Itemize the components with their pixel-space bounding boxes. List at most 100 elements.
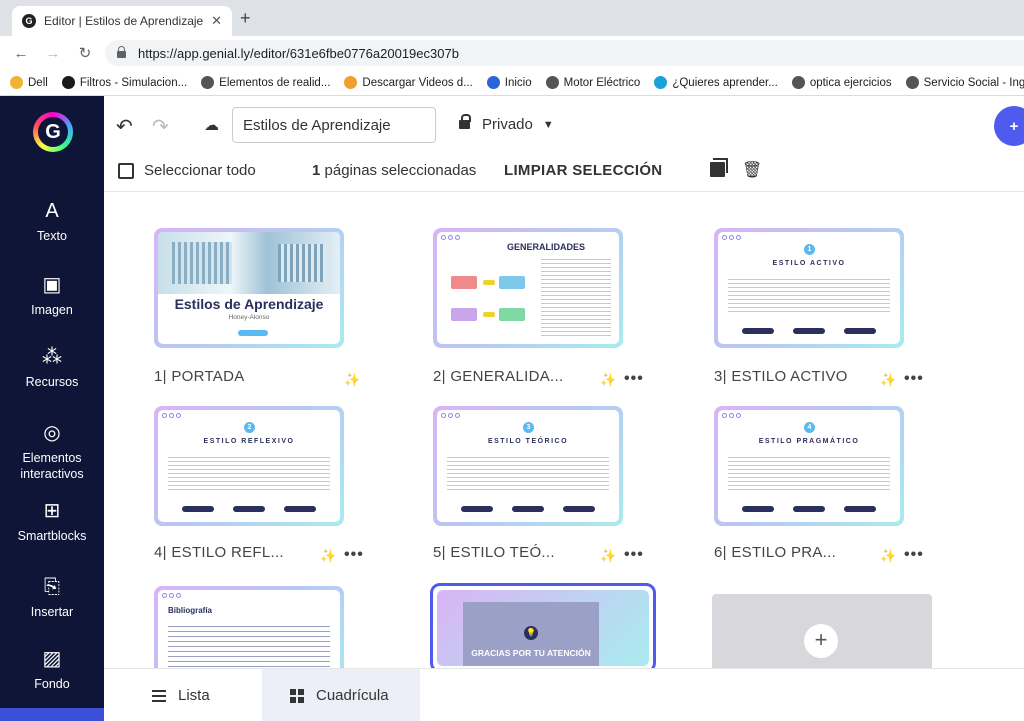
thumbnail-canvas: Estilos de Aprendizaje Honey-Alonso (158, 232, 340, 344)
bookmark-item[interactable]: optica ejercicios (791, 76, 892, 89)
bookmark-favicon-icon (10, 76, 23, 89)
select-all-label[interactable]: Seleccionar todo (144, 162, 256, 179)
trash-icon[interactable]: 🗑 (742, 160, 762, 180)
bookmark-label: Elementos de realid... (219, 76, 331, 89)
insert-icon: ⎘ (44, 576, 60, 598)
thumb-text-block (541, 256, 611, 336)
sidebar-item-elementos-interactivos[interactable]: ◎ Elementos interactivos (0, 422, 104, 482)
sidebar-item-label: Smartblocks (17, 529, 87, 543)
sidebar-item-label: Imagen (31, 303, 73, 317)
page-thumbnail-2[interactable]: GENERALIDADES (433, 228, 623, 348)
address-url: https://app.genial.ly/editor/631e6fbe077… (138, 45, 459, 61)
background-icon: ▨ (42, 648, 62, 670)
magic-wand-icon[interactable]: ✨ (320, 548, 336, 564)
browser-tab-strip: G Editor | Estilos de Aprendizaje ✕ + (0, 0, 1024, 36)
page-label-3[interactable]: 3| ESTILO ACTIVO (714, 368, 848, 385)
sidebar-item-insertar[interactable]: ⎘ Insertar (0, 576, 104, 620)
bookmark-item[interactable]: Servicio Social - Ing... (905, 76, 1024, 89)
more-options-icon[interactable]: ••• (904, 546, 924, 564)
select-all-checkbox[interactable] (118, 163, 134, 179)
duplicate-icon[interactable] (710, 158, 728, 177)
thumb-slide-title: ESTILO ACTIVO (772, 260, 846, 267)
bookmark-label: ¿Quieres aprender... (672, 76, 778, 89)
bookmark-favicon-icon (791, 76, 805, 89)
view-switcher: Lista Cuadrícula (104, 668, 1024, 721)
thumbnail-canvas: 💡 GRACIAS POR TU ATENCIÓN (437, 590, 649, 666)
editor-toolbar: ↶ ↷ ☁ Privado ▼ + (104, 96, 1024, 154)
page-label-1[interactable]: 1| PORTADA (154, 368, 245, 385)
page-thumbnail-8-selected[interactable]: 💡 GRACIAS POR TU ATENCIÓN (430, 583, 656, 668)
undo-icon[interactable]: ↶ (116, 114, 133, 139)
list-view-label: Lista (178, 687, 210, 704)
thumb-buttons (172, 506, 326, 512)
window-dots (722, 413, 741, 418)
page-number: 2 (433, 368, 442, 385)
more-options-icon[interactable]: ••• (904, 370, 924, 388)
bookmark-item[interactable]: Motor Eléctrico (545, 76, 640, 89)
more-options-icon[interactable]: ••• (344, 546, 364, 564)
bookmark-item[interactable]: Descargar Videos d... (344, 76, 473, 89)
sidebar-item-fondo[interactable]: ▨ Fondo (0, 648, 104, 692)
plus-icon[interactable]: + (804, 624, 838, 658)
bookmark-favicon-icon (61, 76, 75, 89)
page-thumbnail-3[interactable]: 1 ESTILO ACTIVO (714, 228, 904, 348)
grid-icon (290, 688, 304, 703)
bookmark-item[interactable]: Elementos de realid... (201, 76, 330, 89)
reload-icon[interactable]: ↻ (74, 44, 96, 62)
more-options-icon[interactable]: ••• (624, 370, 644, 388)
bookmark-item[interactable]: Inicio (486, 76, 532, 89)
add-user-icon[interactable]: + (994, 106, 1024, 146)
page-thumbnail-7[interactable]: Bibliografía (154, 586, 344, 668)
thumb-cover-title: Estilos de Aprendizaje (174, 296, 324, 312)
genially-favicon-icon: G (22, 14, 36, 28)
magic-wand-icon[interactable]: ✨ (880, 548, 896, 564)
selected-count: 1 páginas seleccionadas (312, 162, 476, 179)
sidebar-item-recursos[interactable]: ⁂ Recursos (0, 346, 104, 390)
page-label-2[interactable]: 2| GENERALIDA... (433, 368, 563, 385)
cloud-saved-icon: ☁ (204, 117, 219, 134)
back-icon[interactable]: ← (10, 45, 32, 62)
magic-wand-icon[interactable]: ✨ (600, 372, 616, 388)
sidebar-item-smartblocks[interactable]: ⊞ Smartblocks (0, 500, 104, 544)
bookmark-item[interactable]: Filtros - Simulacion... (61, 76, 187, 89)
magic-wand-icon[interactable]: ✨ (880, 372, 896, 388)
page-label-4[interactable]: 4| ESTILO REFL... (154, 544, 284, 561)
bookmark-item[interactable]: Dell (10, 76, 48, 89)
magic-wand-icon[interactable]: ✨ (344, 372, 360, 388)
forward-icon[interactable]: → (42, 45, 64, 62)
thumbnail-canvas: 4 ESTILO PRAGMÁTICO (718, 410, 900, 522)
page-label-5[interactable]: 5| ESTILO TEÓ... (433, 544, 555, 561)
thumb-text-block (168, 454, 330, 490)
add-page-card[interactable]: + (712, 594, 932, 668)
page-name: ESTILO REFL... (171, 544, 284, 561)
genially-logo[interactable]: G (33, 112, 73, 152)
sidebar-item-label: Fondo (34, 677, 70, 691)
clear-selection-button[interactable]: LIMPIAR SELECCIÓN (504, 162, 662, 179)
magic-wand-icon[interactable]: ✨ (600, 548, 616, 564)
address-row: ← → ↻ https://app.genial.ly/editor/631e6… (0, 36, 1024, 70)
page-label-6[interactable]: 6| ESTILO PRA... (714, 544, 836, 561)
page-thumbnail-6[interactable]: 4 ESTILO PRAGMÁTICO (714, 406, 904, 526)
bookmark-item[interactable]: ¿Quieres aprender... (654, 76, 778, 89)
logo-letter: G (38, 117, 68, 147)
grid-view-button[interactable]: Cuadrícula (262, 669, 420, 721)
redo-icon[interactable]: ↷ (152, 114, 169, 139)
sidebar-item-texto[interactable]: A Texto (0, 200, 104, 244)
page-name: ESTILO ACTIVO (731, 368, 848, 385)
close-tab-icon[interactable]: ✕ (211, 13, 222, 29)
thumb-final-box: 💡 GRACIAS POR TU ATENCIÓN (463, 602, 599, 666)
project-title-input[interactable] (232, 107, 436, 143)
page-thumbnail-4[interactable]: 2 ESTILO REFLEXIVO (154, 406, 344, 526)
page-thumbnail-1[interactable]: Estilos de Aprendizaje Honey-Alonso (154, 228, 344, 348)
thumb-text-block (728, 276, 890, 312)
more-options-icon[interactable]: ••• (624, 546, 644, 564)
browser-tab[interactable]: G Editor | Estilos de Aprendizaje ✕ (12, 6, 232, 36)
privacy-dropdown[interactable]: Privado ▼ (459, 114, 554, 133)
new-tab-icon[interactable]: + (240, 8, 251, 29)
window-dots (162, 593, 181, 598)
text-icon: A (45, 200, 59, 222)
sidebar-item-imagen[interactable]: ▣ Imagen (0, 274, 104, 318)
address-bar[interactable]: https://app.genial.ly/editor/631e6fbe077… (105, 40, 1024, 66)
page-thumbnail-5[interactable]: 3 ESTILO TEÓRICO (433, 406, 623, 526)
list-view-button[interactable]: Lista (152, 687, 210, 704)
